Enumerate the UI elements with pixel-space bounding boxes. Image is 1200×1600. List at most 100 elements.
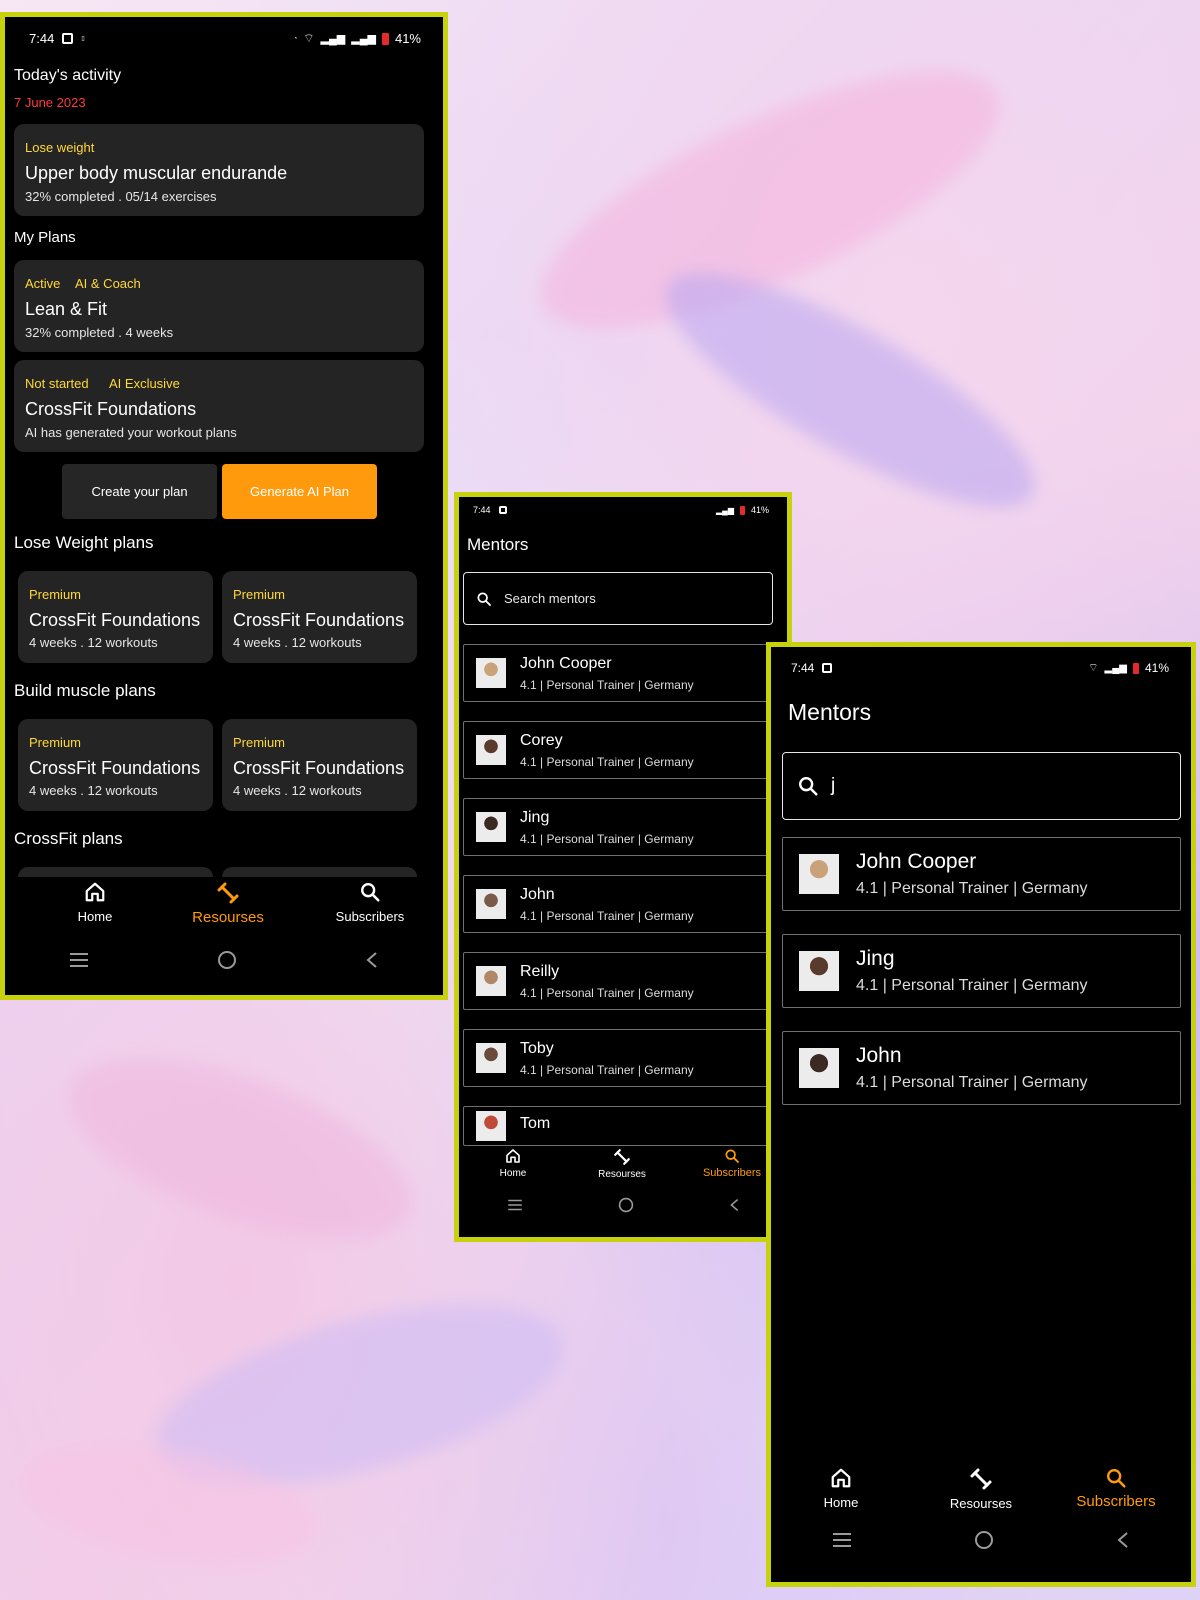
search-mentors-field[interactable]: Search mentors — [463, 572, 773, 625]
status-bar: 7:44 ▂▄▆ 41% — [459, 505, 787, 515]
plan-progress: AI has generated your workout plans — [25, 425, 237, 440]
home-circle-icon[interactable] — [618, 1197, 634, 1213]
back-icon[interactable] — [1116, 1531, 1130, 1549]
dumbbell-icon — [970, 1468, 992, 1490]
system-nav-bar — [771, 1527, 1191, 1553]
recent-apps-icon[interactable] — [69, 952, 89, 968]
home-circle-icon[interactable] — [217, 950, 237, 970]
premium-tag: Premium — [233, 587, 286, 602]
plan-tile[interactable]: Premium CrossFit Foundations 4 weeks . 1… — [18, 719, 213, 811]
search-mentors-field[interactable]: j — [782, 752, 1181, 820]
nav-home-label: Home — [499, 1168, 527, 1179]
battery-percent: 41% — [394, 31, 421, 46]
create-plan-button[interactable]: Create your plan — [62, 464, 217, 519]
battery-percent: 41% — [1144, 661, 1169, 675]
plan-tile-title: CrossFit Foundations — [29, 610, 201, 630]
nav-resources-label: Resourses — [192, 909, 264, 926]
mentor-details: 4.1 | Personal Trainer | Germany — [520, 677, 694, 692]
nav-resources[interactable]: Resourses — [173, 881, 283, 926]
mentor-row[interactable]: John 4.1 | Personal Trainer | Germany — [782, 1031, 1181, 1105]
battery-icon — [739, 505, 745, 515]
mentor-row[interactable]: Jing 4.1 | Personal Trainer | Germany — [782, 934, 1181, 1008]
my-plans-heading: My Plans — [14, 229, 76, 246]
mentor-row[interactable]: Jing 4.1 | Personal Trainer | Germany — [463, 798, 787, 856]
status-bar: 7:44 ▯ ◔ ⌔ ▂▄▆ ▂▄▆ 41% — [5, 31, 443, 46]
plan-status-tag: Not started — [25, 376, 89, 391]
mentor-name: Jing — [856, 947, 895, 970]
nav-home[interactable]: Home — [50, 881, 140, 924]
mentor-name: John — [856, 1044, 902, 1067]
nav-home-label: Home — [77, 909, 113, 924]
plan-tile-sub: 4 weeks . 12 workouts — [29, 783, 158, 798]
plan-tile-title: CrossFit Foundations — [29, 758, 201, 778]
plan-tile-partial[interactable] — [18, 867, 213, 877]
home-icon — [831, 1468, 851, 1488]
plan-title: CrossFit Foundations — [25, 399, 197, 419]
search-query: j — [831, 775, 836, 796]
plan-type-tag: AI Exclusive — [109, 376, 180, 391]
nav-subscribers-label: Subscribers — [702, 1167, 762, 1179]
back-icon[interactable] — [729, 1198, 740, 1212]
system-nav-bar — [459, 1195, 787, 1215]
cell-signal-icon: ▂▄▆ — [716, 505, 734, 515]
back-icon[interactable] — [365, 951, 379, 969]
search-icon — [799, 777, 818, 796]
status-time: 7:44 — [473, 505, 491, 515]
page-title: Mentors — [788, 699, 872, 725]
nav-resources-label: Resourses — [949, 1496, 1013, 1511]
activity-progress: 32% completed . 05/14 exercises — [25, 189, 217, 204]
linkedin-icon — [498, 506, 507, 514]
plan-card[interactable]: Not started AI Exclusive CrossFit Founda… — [14, 360, 424, 452]
mentor-details: 4.1 | Personal Trainer | Germany — [520, 908, 694, 923]
recent-apps-icon[interactable] — [507, 1199, 523, 1211]
home-circle-icon[interactable] — [974, 1530, 994, 1550]
mentor-details: 4.1 | Personal Trainer | Germany — [856, 977, 1088, 994]
battery-icon — [1132, 662, 1139, 674]
nav-subscribers[interactable]: Subscribers — [315, 881, 425, 924]
mentor-row[interactable]: Corey 4.1 | Personal Trainer | Germany — [463, 721, 787, 779]
nav-subscribers[interactable]: Subscribers — [1061, 1467, 1171, 1510]
mentor-name: Tom — [520, 1114, 551, 1132]
plan-tile-partial[interactable] — [222, 867, 417, 877]
avatar — [476, 889, 506, 919]
nav-subscribers[interactable]: Subscribers — [689, 1148, 775, 1179]
plan-status-tag: Active — [25, 276, 61, 291]
cell-signal-2-icon: ▂▄▆ — [351, 33, 376, 45]
mentor-name: Reilly — [520, 962, 560, 980]
plan-card[interactable]: Active AI & Coach Lean & Fit 32% complet… — [14, 260, 424, 352]
plan-tile[interactable]: Premium CrossFit Foundations 4 weeks . 1… — [18, 571, 213, 663]
plan-tile[interactable]: Premium CrossFit Foundations 4 weeks . 1… — [222, 571, 417, 663]
mentor-row[interactable]: Toby 4.1 | Personal Trainer | Germany — [463, 1029, 787, 1087]
todays-date: 7 June 2023 — [14, 95, 86, 110]
status-time: 7:44 — [791, 661, 815, 675]
home-icon — [506, 1149, 520, 1163]
plan-tile[interactable]: Premium CrossFit Foundations 4 weeks . 1… — [222, 719, 417, 811]
dumbbell-icon — [217, 882, 239, 904]
mentor-row[interactable]: John Cooper 4.1 | Personal Trainer | Germ… — [782, 837, 1181, 911]
nav-home[interactable]: Home — [473, 1148, 553, 1179]
mentor-name: John Cooper — [520, 654, 612, 672]
avatar — [799, 854, 839, 894]
nav-resources[interactable]: Resourses — [577, 1148, 667, 1180]
premium-tag: Premium — [29, 735, 82, 750]
mentor-row[interactable]: Reilly 4.1 | Personal Trainer | Germany — [463, 952, 787, 1010]
avatar — [476, 1043, 506, 1073]
mentor-name: Corey — [520, 731, 563, 749]
mentor-row[interactable]: Tom — [463, 1106, 787, 1146]
generate-ai-plan-button[interactable]: Generate AI Plan — [222, 464, 377, 519]
premium-tag: Premium — [233, 735, 286, 750]
recent-apps-icon[interactable] — [832, 1532, 852, 1548]
activity-card[interactable]: Lose weight Upper body muscular endurand… — [14, 124, 424, 216]
nav-home-label: Home — [823, 1495, 859, 1510]
phone-screen-plans: 7:44 ▯ ◔ ⌔ ▂▄▆ ▂▄▆ 41% Today's activity … — [0, 12, 448, 1000]
mentor-row[interactable]: John Cooper 4.1 | Personal Trainer | Germ… — [463, 644, 787, 702]
status-bar: 7:44 ⌔ ▂▄▆ 41% — [771, 661, 1191, 675]
nav-home[interactable]: Home — [799, 1467, 883, 1510]
signal-icon: ◔ — [293, 35, 298, 42]
cell-signal-icon: ▂▄▆ — [320, 33, 346, 45]
nav-resources[interactable]: Resourses — [926, 1467, 1036, 1511]
avatar — [799, 1048, 839, 1088]
mentor-name: John — [520, 885, 555, 903]
wifi-icon: ⌔ — [303, 31, 315, 45]
mentor-row[interactable]: John 4.1 | Personal Trainer | Germany — [463, 875, 787, 933]
